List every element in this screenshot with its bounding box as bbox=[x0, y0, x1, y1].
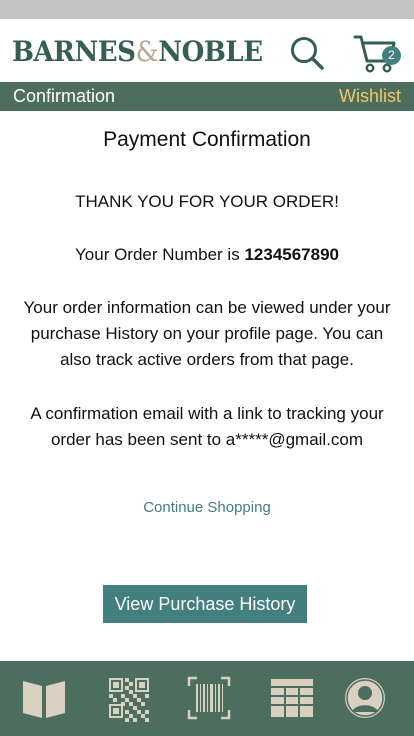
search-icon[interactable] bbox=[289, 35, 325, 71]
payment-confirmation-heading: Payment Confirmation bbox=[103, 128, 311, 151]
qr-code-icon[interactable] bbox=[105, 674, 153, 722]
logo-ampersand: & bbox=[135, 35, 159, 68]
brand-logo[interactable]: BARNES&NOBLE bbox=[12, 35, 263, 69]
order-number-prefix: Your Order Number is bbox=[75, 245, 240, 264]
confirmation-content: Payment Confirmation THANK YOU FOR YOUR … bbox=[0, 111, 414, 661]
view-purchase-history-button[interactable]: View Purchase History bbox=[103, 585, 307, 623]
logo-text-right: NOBLE bbox=[158, 35, 263, 68]
grid-icon[interactable] bbox=[268, 674, 316, 722]
email-note-text: A confirmation email with a link to trac… bbox=[30, 404, 384, 449]
thank-you-text: THANK YOU FOR YOUR ORDER! bbox=[75, 192, 339, 211]
order-number-line: Your Order Number is 1234567890 bbox=[0, 242, 414, 268]
order-info-text: Your order information can be viewed und… bbox=[23, 298, 391, 369]
page-title: Confirmation bbox=[13, 86, 116, 106]
profile-icon[interactable] bbox=[341, 674, 389, 722]
bottom-tab-bar bbox=[0, 661, 414, 736]
status-bar bbox=[0, 0, 414, 19]
book-icon[interactable] bbox=[20, 674, 68, 722]
wishlist-link[interactable]: Wishlist bbox=[339, 82, 401, 111]
barcode-icon[interactable] bbox=[185, 674, 233, 722]
app-header: BARNES&NOBLE 2 bbox=[0, 19, 414, 82]
logo-text-left: BARNES bbox=[12, 35, 136, 68]
sub-header: Confirmation Wishlist bbox=[0, 82, 414, 111]
order-number-value: 1234567890 bbox=[244, 245, 339, 264]
cart-count-badge: 2 bbox=[382, 46, 401, 65]
continue-shopping-link[interactable]: Continue Shopping bbox=[0, 499, 414, 516]
